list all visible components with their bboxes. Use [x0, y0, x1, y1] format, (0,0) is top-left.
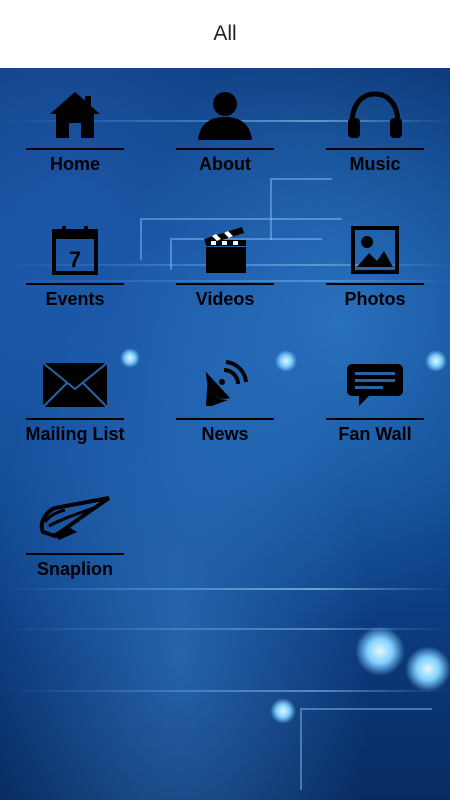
menu-item-mailing-list[interactable]: Mailing List — [0, 338, 150, 473]
divider — [176, 418, 274, 420]
menu-item-news[interactable]: News — [150, 338, 300, 473]
menu-item-home[interactable]: Home — [0, 68, 150, 203]
envelope-icon — [0, 356, 150, 414]
calendar-day: 7 — [68, 247, 82, 272]
divider — [26, 553, 124, 555]
page-title: All — [213, 22, 237, 45]
chat-bubble-icon — [300, 356, 450, 414]
snaplion-logo-icon — [0, 491, 150, 549]
clapperboard-icon — [150, 221, 300, 279]
menu-item-label: Photos — [344, 289, 406, 309]
photo-icon — [300, 221, 450, 279]
divider — [176, 148, 274, 150]
divider — [26, 283, 124, 285]
divider — [326, 283, 424, 285]
menu-item-label: Home — [49, 154, 100, 174]
top-bar: All — [0, 0, 450, 68]
menu-item-fan-wall[interactable]: Fan Wall — [300, 338, 450, 473]
divider — [26, 418, 124, 420]
menu-item-videos[interactable]: Videos — [150, 203, 300, 338]
divider — [176, 283, 274, 285]
menu-item-label: Music — [349, 154, 401, 174]
satellite-dish-icon — [150, 356, 300, 414]
person-icon — [150, 86, 300, 144]
menu-item-label: Snaplion — [37, 559, 113, 579]
home-icon — [0, 86, 150, 144]
divider — [326, 148, 424, 150]
menu-item-label: Fan Wall — [338, 424, 412, 444]
headphones-icon — [300, 86, 450, 144]
calendar-icon: 7 — [0, 221, 150, 279]
menu-item-label: About — [199, 154, 251, 174]
menu-item-music[interactable]: Music — [300, 68, 450, 203]
divider — [326, 418, 424, 420]
menu-item-about[interactable]: About — [150, 68, 300, 203]
menu-grid: Home About Music 7 Events Videos Photos … — [0, 68, 450, 800]
divider — [26, 148, 124, 150]
menu-item-label: Videos — [195, 289, 255, 309]
menu-item-label: News — [201, 424, 249, 444]
menu-item-snaplion[interactable]: Snaplion — [0, 473, 150, 608]
menu-item-photos[interactable]: Photos — [300, 203, 450, 338]
menu-item-label: Mailing List — [25, 424, 125, 444]
menu-item-label: Events — [45, 289, 105, 309]
menu-item-events[interactable]: 7 Events — [0, 203, 150, 338]
